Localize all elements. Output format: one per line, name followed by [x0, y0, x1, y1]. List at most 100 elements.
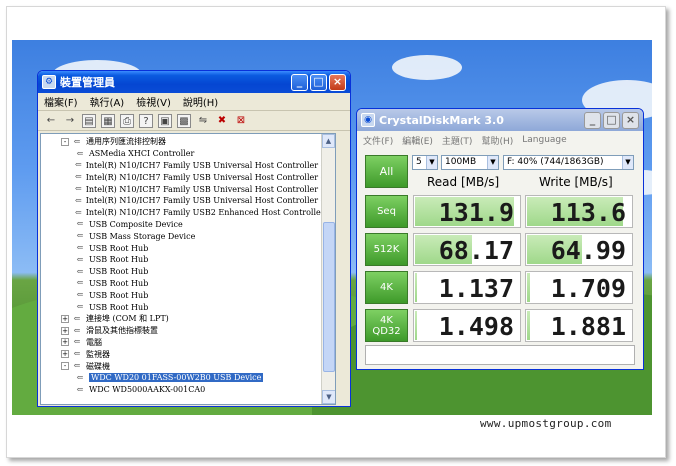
tree-item-label: Intel(R) N10/ICH7 Family USB2 Enhanced H… — [85, 208, 336, 218]
tree-item[interactable]: ⇐ USB Root Hub — [43, 301, 335, 313]
tree-item[interactable]: + ⇐ 電腦 — [43, 337, 335, 349]
menu-language[interactable]: Language — [522, 135, 566, 145]
crystaldiskmark-window[interactable]: ◉ CrystalDiskMark 3.0 _ □ × 文件(F) 編輯(E) … — [356, 108, 644, 370]
tree-item[interactable]: ⇐ Intel(R) N10/ICH7 Family USB Universal … — [43, 195, 335, 207]
test-button[interactable]: 512K — [365, 233, 408, 266]
tree-item[interactable]: ⇐ USB Composite Device — [43, 219, 335, 231]
tree-item[interactable]: ⇐ Intel(R) N10/ICH7 Family USB Universal … — [43, 183, 335, 195]
test-button[interactable]: 4K — [365, 271, 408, 304]
chevron-down-icon[interactable]: ▼ — [622, 156, 633, 169]
tree-item[interactable]: - ⇐ 通用序列匯流排控制器 — [43, 136, 335, 148]
close-button[interactable]: × — [329, 73, 346, 91]
tree-item[interactable]: + ⇐ 連接埠 (COM 和 LPT) — [43, 313, 335, 325]
usb-icon: ⇐ — [76, 148, 84, 158]
menu-file[interactable]: 文件(F) — [363, 134, 393, 147]
tree-item[interactable]: ⇐ Intel(R) N10/ICH7 Family USB Universal … — [43, 160, 335, 172]
device-tree[interactable]: - ⇐ 通用序列匯流排控制器 ⇐ ASMedia XHCI Controller ⇐ Int… — [40, 133, 336, 405]
read-speed-value: 1.498 — [438, 312, 514, 341]
disk-drive-icon: ⇐ — [73, 361, 81, 371]
monitor-icon: ⇐ — [73, 349, 81, 359]
tree-item[interactable]: ⇐ WDC WD5000AAKX-001CA0 — [43, 384, 335, 396]
test-button[interactable]: Seq — [365, 195, 408, 228]
menu-file[interactable]: 檔案(F) — [44, 94, 78, 109]
back-arrow-icon[interactable]: ← — [44, 114, 58, 128]
collapse-icon[interactable]: - — [61, 362, 69, 371]
tree-item-label: WDC WD20 01FASS-00W2B0 USB Device — [89, 373, 264, 383]
properties-icon[interactable]: ▦ — [101, 113, 115, 128]
tree-item[interactable]: ⇐ USB Root Hub — [43, 278, 335, 290]
tree-item[interactable]: + ⇐ 滑鼠及其他指標裝置 — [43, 325, 335, 337]
help-icon[interactable]: ? — [139, 113, 153, 128]
menu-view[interactable]: 檢視(V) — [136, 94, 171, 109]
tree-item[interactable]: ⇐ USB Root Hub — [43, 254, 335, 266]
minimize-button[interactable]: _ — [584, 111, 601, 129]
print-icon[interactable]: ⎙ — [120, 113, 134, 128]
comment-input[interactable] — [365, 345, 635, 365]
usb-icon: ⇐ — [75, 172, 82, 182]
test-count-select[interactable]: 5 ▼ — [412, 155, 438, 170]
tree-item[interactable]: ⇐ Intel(R) N10/ICH7 Family USB Universal … — [43, 171, 335, 183]
tree-item-label: USB Mass Storage Device — [89, 231, 196, 241]
minimize-button[interactable]: _ — [291, 73, 308, 91]
disk-icon: ⇐ — [76, 372, 84, 382]
menu-action[interactable]: 執行(A) — [90, 94, 125, 109]
collapse-icon[interactable]: - — [61, 137, 69, 146]
write-speed-bar — [527, 273, 530, 302]
disable-device-icon[interactable]: ⊠ — [234, 114, 248, 128]
crystaldiskmark-titlebar[interactable]: ◉ CrystalDiskMark 3.0 _ □ × — [357, 109, 643, 131]
device-manager-window[interactable]: ⚙ 裝置管理員 _ □ × 檔案(F) 執行(A) 檢視(V) 說明(H) ← … — [37, 70, 351, 407]
tree-item[interactable]: ⇐ Intel(R) N10/ICH7 Family USB2 Enhanced … — [43, 207, 335, 219]
usb-icon: ⇐ — [75, 195, 82, 205]
write-result: 1.709 — [525, 271, 633, 304]
scan-hardware-icon[interactable]: ▩ — [177, 113, 191, 128]
test-size-value: 100MB — [445, 157, 477, 167]
menu-bar: 文件(F) 編輯(E) 主題(T) 幫助(H) Language — [357, 131, 643, 149]
expand-icon[interactable]: + — [61, 314, 69, 323]
usb-icon: ⇐ — [75, 160, 82, 170]
chevron-down-icon[interactable]: ▼ — [487, 156, 498, 169]
maximize-button[interactable]: □ — [310, 73, 327, 91]
scroll-thumb[interactable] — [323, 222, 335, 372]
update-driver-icon[interactable]: ⇋ — [196, 114, 210, 128]
write-header: Write [MB/s] — [539, 175, 613, 189]
test-button-label: Seq — [377, 206, 396, 217]
test-size-select[interactable]: 100MB ▼ — [441, 155, 499, 170]
chevron-down-icon[interactable]: ▼ — [426, 156, 437, 169]
expand-icon[interactable]: + — [61, 350, 69, 359]
tree-item[interactable]: ⇐ USB Mass Storage Device — [43, 230, 335, 242]
read-speed-value: 1.137 — [438, 274, 514, 303]
forward-arrow-icon[interactable]: → — [63, 114, 77, 128]
scroll-down-arrow-icon[interactable]: ▼ — [322, 390, 335, 404]
tree-item[interactable]: ⇐ USB Root Hub — [43, 289, 335, 301]
drive-select[interactable]: F: 40% (744/1863GB) ▼ — [503, 155, 634, 170]
maximize-button[interactable]: □ — [603, 111, 620, 129]
menu-help[interactable]: 幫助(H) — [481, 134, 513, 147]
tree-item[interactable]: ⇐ WDC WD20 01FASS-00W2B0 USB Device — [43, 372, 335, 384]
tree-item[interactable]: ⇐ USB Root Hub — [43, 266, 335, 278]
tree-item[interactable]: - ⇐ 磁碟機 — [43, 360, 335, 372]
tree-item[interactable]: ⇐ ASMedia XHCI Controller — [43, 148, 335, 160]
export-list-icon[interactable]: ▣ — [158, 113, 172, 128]
tree-item-label: Intel(R) N10/ICH7 Family USB Universal H… — [85, 196, 336, 206]
vertical-scrollbar[interactable]: ▲ ▼ — [321, 134, 335, 404]
read-speed-value: 68.17 — [438, 236, 514, 265]
test-button-label: 512K — [373, 244, 400, 255]
expand-icon[interactable]: + — [61, 338, 69, 347]
tree-item[interactable]: ⇐ USB Root Hub — [43, 242, 335, 254]
device-manager-titlebar[interactable]: ⚙ 裝置管理員 _ □ × — [38, 71, 350, 93]
close-button[interactable]: × — [622, 111, 639, 129]
disk-icon: ⇐ — [76, 384, 84, 394]
menu-edit[interactable]: 編輯(E) — [402, 134, 433, 147]
menu-theme[interactable]: 主題(T) — [442, 134, 473, 147]
tree-item-label: Intel(R) N10/ICH7 Family USB Universal H… — [85, 160, 336, 170]
test-button[interactable]: 4K QD32 — [365, 309, 408, 342]
menu-help[interactable]: 說明(H) — [183, 94, 218, 109]
uninstall-icon[interactable]: ✖ — [215, 114, 229, 128]
all-button[interactable]: All — [365, 155, 408, 188]
write-speed-value: 1.881 — [550, 312, 626, 341]
tree-item[interactable]: + ⇐ 監視器 — [43, 348, 335, 360]
expand-icon[interactable]: + — [61, 326, 69, 335]
scroll-up-arrow-icon[interactable]: ▲ — [322, 134, 335, 148]
console-tree-icon[interactable]: ▤ — [82, 113, 96, 128]
tree-item-label: 連接埠 (COM 和 LPT) — [86, 314, 169, 324]
